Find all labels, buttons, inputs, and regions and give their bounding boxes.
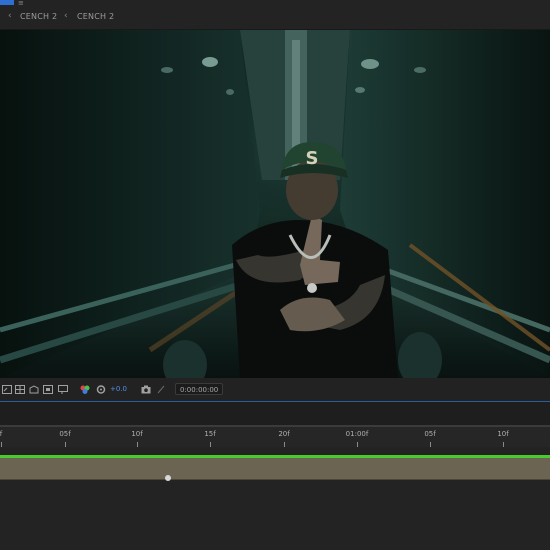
exposure-value[interactable]: +0.0 <box>110 385 127 393</box>
snapshot-icon[interactable] <box>156 385 166 394</box>
breadcrumb-item[interactable]: CENCH 2 <box>20 12 57 21</box>
ruler-label: 10f <box>131 430 143 438</box>
ruler-label: 01:00f <box>345 430 369 438</box>
current-time-display[interactable]: 0:00:00:00 <box>175 383 223 395</box>
gear-icon[interactable] <box>96 385 106 394</box>
breadcrumb-item[interactable]: CENCH 2 <box>77 12 114 21</box>
panel-menu-icon[interactable]: ≡ <box>18 0 24 7</box>
chevron-left-icon[interactable]: ‹ <box>64 11 68 21</box>
ruler-label: 05f <box>59 430 71 438</box>
divider <box>0 479 550 480</box>
ruler-label: f <box>0 430 3 438</box>
panel-focus-line <box>0 401 550 402</box>
channel-icon[interactable] <box>58 385 68 394</box>
camera-icon[interactable] <box>141 385 151 394</box>
video-frame: S <box>0 30 550 378</box>
safe-margins-icon[interactable] <box>43 385 53 394</box>
ruler-label: 10f <box>497 430 509 438</box>
composition-tab-bar: ≡ ‹ CENCH 2 ‹ CENCH 2 <box>0 0 550 30</box>
layer-duration-bar[interactable] <box>0 458 550 480</box>
ruler-label: 15f <box>204 430 216 438</box>
composition-viewer[interactable]: S <box>0 30 550 378</box>
transparency-grid-icon[interactable] <box>15 385 25 394</box>
work-area-bar[interactable] <box>0 425 550 427</box>
mask-icon[interactable] <box>29 385 39 394</box>
panel-tab-indicator <box>0 0 14 5</box>
region-of-interest-icon[interactable] <box>2 385 12 394</box>
timeline-header <box>0 403 550 425</box>
ruler-label: 05f <box>424 430 436 438</box>
color-wheel-icon[interactable] <box>80 385 90 394</box>
ruler-label: 20f <box>278 430 290 438</box>
chevron-left-icon[interactable]: ‹ <box>8 11 12 21</box>
viewer-toolbar: +0.0 0:00:00:00 <box>0 378 550 402</box>
keyframe-marker[interactable] <box>165 475 171 481</box>
time-ruler[interactable]: f 05f 10f 15f 20f 01:00f 05f 10f <box>0 425 550 447</box>
